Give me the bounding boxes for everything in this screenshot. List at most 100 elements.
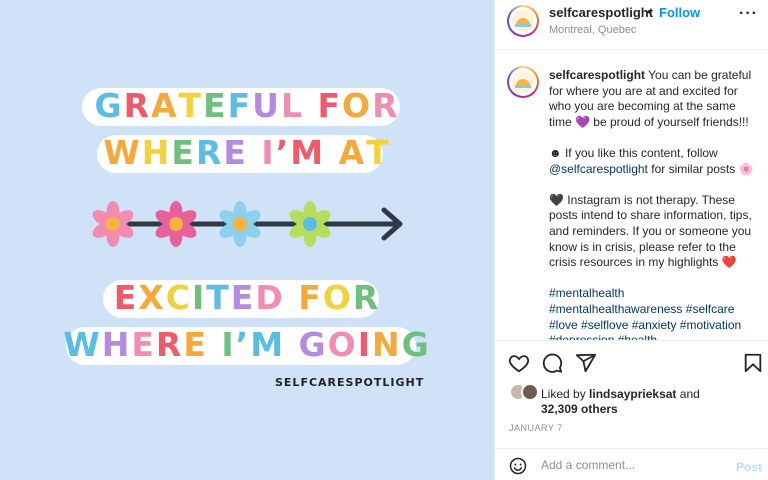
hashtag-link[interactable]: #love [549, 318, 578, 332]
mention-link[interactable]: @selfcarespotlight [549, 162, 648, 176]
quote-letter: F [317, 86, 343, 125]
share-icon[interactable] [575, 352, 597, 374]
post-date[interactable]: JANUARY 7 [509, 423, 563, 433]
quote-letter: W [63, 325, 102, 364]
flower-center [169, 217, 183, 231]
liked-by-and: and [679, 387, 700, 401]
comment-bar: Post [495, 448, 768, 480]
post-image[interactable]: GRATEFUL FOR WHERE I’M AT EXCITED FOR WH… [0, 0, 494, 480]
post-actions: Liked by lindsayprieksat and 32,309 othe… [495, 340, 768, 442]
quote-letter: I [357, 325, 372, 364]
quote-letter: E [203, 86, 228, 125]
hashtag-link[interactable]: #anxiety [632, 318, 677, 332]
post-button[interactable]: Post [736, 460, 762, 474]
quote-letter [248, 133, 262, 173]
quote-letter: E [113, 278, 139, 317]
quote-letter: R [372, 86, 400, 125]
quote-letter [208, 325, 222, 365]
quote-letter [285, 278, 299, 318]
quote-letter: H [141, 133, 172, 172]
quote-letter: F [227, 86, 253, 125]
quote-letter: N [371, 325, 402, 364]
more-options-icon[interactable]: ··· [739, 5, 758, 23]
quote-line-4: WHERE I’M GOING [0, 325, 494, 365]
flower-center [106, 217, 120, 231]
quote-letter: G [298, 325, 328, 364]
quote-letter: R [123, 86, 151, 125]
quote-letter: ’ [235, 325, 251, 364]
quote-letter: O [342, 86, 373, 125]
quote-letter: R [155, 325, 184, 364]
quote-line-2: WHERE I’M AT [0, 133, 494, 173]
hashtag-link[interactable]: #selfcare [686, 302, 735, 316]
separator-dot: • [647, 4, 652, 19]
caption-avatar[interactable] [507, 66, 539, 98]
comment-input[interactable] [541, 458, 721, 472]
liker-avatars[interactable] [509, 383, 543, 403]
header-username[interactable]: selfcarespotlight [549, 5, 653, 20]
quote-letter: O [327, 325, 358, 364]
quote-letter: R [195, 133, 224, 172]
liker-avatar [521, 383, 539, 401]
image-credit: SELFCARESPOTLIGHT [275, 376, 425, 389]
hashtag-link[interactable]: #depression [549, 333, 614, 340]
quote-letter: T [178, 86, 204, 125]
caption-paragraph-2: ☻ If you like this content, follow @self… [549, 146, 761, 177]
post-sidebar: selfcarespotlight • Follow Montreal, Que… [494, 0, 768, 480]
flower-arrow [92, 201, 403, 247]
comment-icon[interactable] [541, 352, 563, 374]
quote-letter: T [206, 278, 231, 317]
quote-letter: R [352, 278, 381, 317]
quote-letter [285, 325, 299, 365]
hashtag-link[interactable]: #selflove [581, 318, 628, 332]
quote-line-3: EXCITED FOR [0, 278, 494, 318]
liked-by: Liked by lindsayprieksat and [541, 387, 700, 401]
hashtag-link[interactable]: #motivation [680, 318, 741, 332]
caption-area: selfcarespotlight You can be grateful fo… [495, 50, 768, 340]
caption-paragraph-3: 🖤 Instagram is not therapy. These posts … [549, 192, 752, 270]
quote-letter: I [221, 325, 236, 364]
liked-by-user-link[interactable]: lindsayprieksat [589, 387, 676, 401]
quote-letter: T [366, 133, 391, 172]
quote-letter: ’ [275, 133, 291, 172]
flower-center [233, 217, 247, 231]
flower-center [303, 217, 317, 231]
caption-follow-text: ☻ If you like this content, follow [549, 145, 718, 160]
follow-button[interactable]: Follow [659, 5, 700, 20]
quote-letter: U [252, 86, 281, 125]
quote-letter: I [261, 133, 276, 172]
quote-letter: W [103, 133, 142, 172]
quote-letter: X [138, 278, 166, 317]
quote-letter: A [151, 86, 179, 125]
quote-letter: E [230, 278, 256, 317]
quote-letter: G [94, 86, 124, 125]
quote-letter: E [171, 133, 196, 172]
hashtag-link[interactable]: #mentalhealth [549, 286, 624, 300]
quote-letter: I [191, 278, 207, 317]
quote-letter: F [298, 278, 323, 317]
avatar[interactable] [507, 5, 539, 37]
location-link[interactable]: Montreal, Quebec [549, 24, 636, 36]
quote-letter: E [131, 325, 156, 364]
post-header: selfcarespotlight • Follow Montreal, Que… [495, 0, 768, 50]
quote-letter [325, 133, 339, 173]
caption-paragraph-1: selfcarespotlight You can be grateful fo… [549, 68, 761, 130]
quote-letter: E [223, 133, 248, 172]
quote-letter: H [101, 325, 132, 364]
quote-letter: M [290, 133, 326, 172]
caption: selfcarespotlight You can be grateful fo… [549, 68, 761, 340]
quote-line-1: GRATEFUL FOR [0, 86, 494, 126]
quote-letter: O [322, 278, 353, 317]
heart-icon[interactable] [508, 352, 530, 374]
caption-follow-suffix: for similar posts 🌸 [651, 161, 754, 176]
hashtag-link[interactable]: #mentalhealthawareness [549, 302, 682, 316]
bookmark-icon[interactable] [742, 352, 764, 374]
others-link[interactable]: 32,309 others [541, 402, 618, 416]
emoji-icon[interactable] [509, 457, 527, 475]
quote-letter [304, 86, 318, 126]
quote-letter: A [338, 133, 367, 172]
hashtag-link[interactable]: #health [618, 333, 657, 340]
caption-username[interactable]: selfcarespotlight [549, 68, 645, 82]
quote-letter: E [183, 325, 208, 364]
liked-by-prefix: Liked by [541, 387, 586, 401]
